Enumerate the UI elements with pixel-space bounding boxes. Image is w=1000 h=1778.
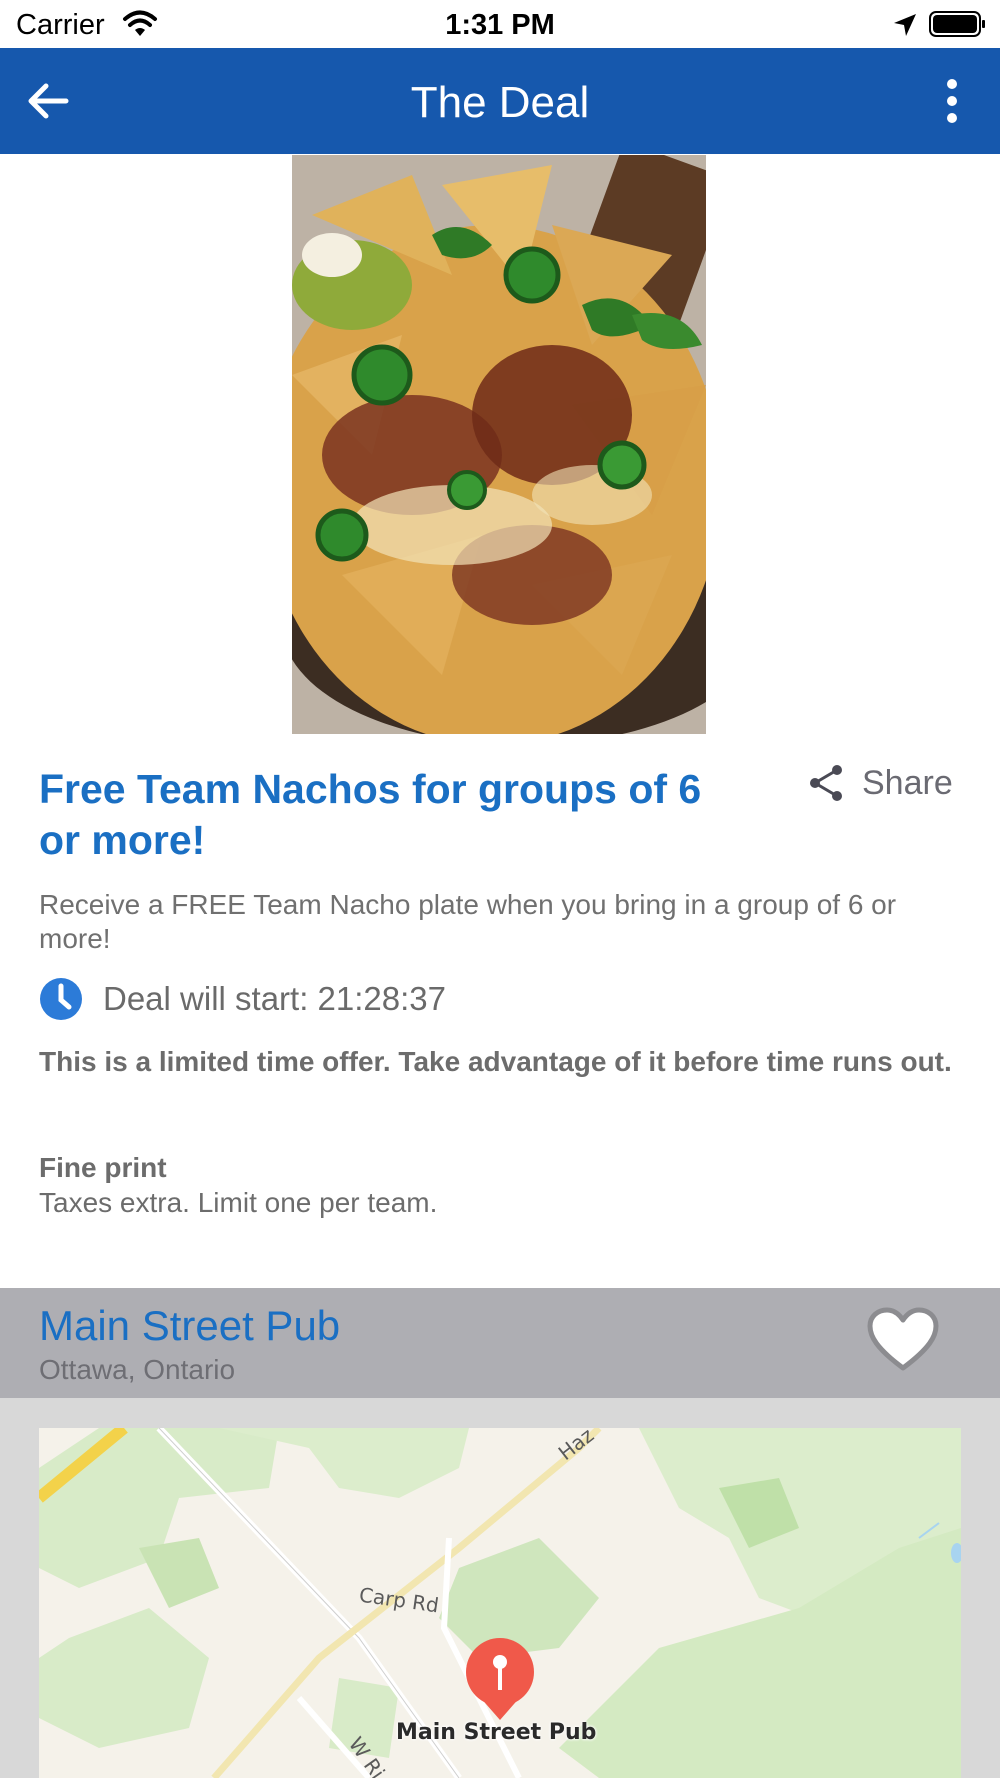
clock-time: 1:31 PM [445, 9, 555, 41]
more-vert-icon[interactable] [940, 78, 964, 124]
battery-icon [929, 11, 985, 37]
app-bar: The Deal [0, 48, 1000, 154]
limited-offer-text: This is a limited time offer. Take advan… [39, 1046, 952, 1077]
location-arrow-icon [894, 14, 916, 36]
venue-location: Ottawa, Ontario [39, 1354, 236, 1385]
fine-print-heading: Fine print [39, 1152, 167, 1183]
deal-start-text: Deal will start: 21:28:37 [103, 980, 447, 1017]
deal-description: Receive a FREE Team Nacho plate when you… [39, 889, 897, 954]
share-label: Share [862, 763, 953, 802]
map-section: Carp Rd Haz W Ri Main Street Pub [0, 1398, 1000, 1778]
heart-icon[interactable] [866, 1306, 940, 1374]
venue-map[interactable]: Carp Rd Haz W Ri Main Street Pub [39, 1428, 961, 1778]
share-icon [810, 765, 842, 801]
clock-icon [40, 978, 82, 1020]
deal-title: Free Team Nachos for groups of 6 or more… [39, 766, 702, 863]
deal-start-row: Deal will start: 21:28:37 [39, 976, 446, 1022]
status-bar: Carrier 1:31 PM [0, 0, 1000, 48]
share-button[interactable]: Share [806, 760, 953, 806]
venue-name[interactable]: Main Street Pub [39, 1302, 340, 1350]
venue-header: Main Street Pub Ottawa, Ontario [0, 1288, 1000, 1398]
fine-print-text: Taxes extra. Limit one per team. [39, 1187, 438, 1218]
page-title: The Deal [410, 78, 590, 127]
map-pin-label: Main Street Pub [396, 1720, 597, 1745]
deal-image [292, 155, 706, 734]
